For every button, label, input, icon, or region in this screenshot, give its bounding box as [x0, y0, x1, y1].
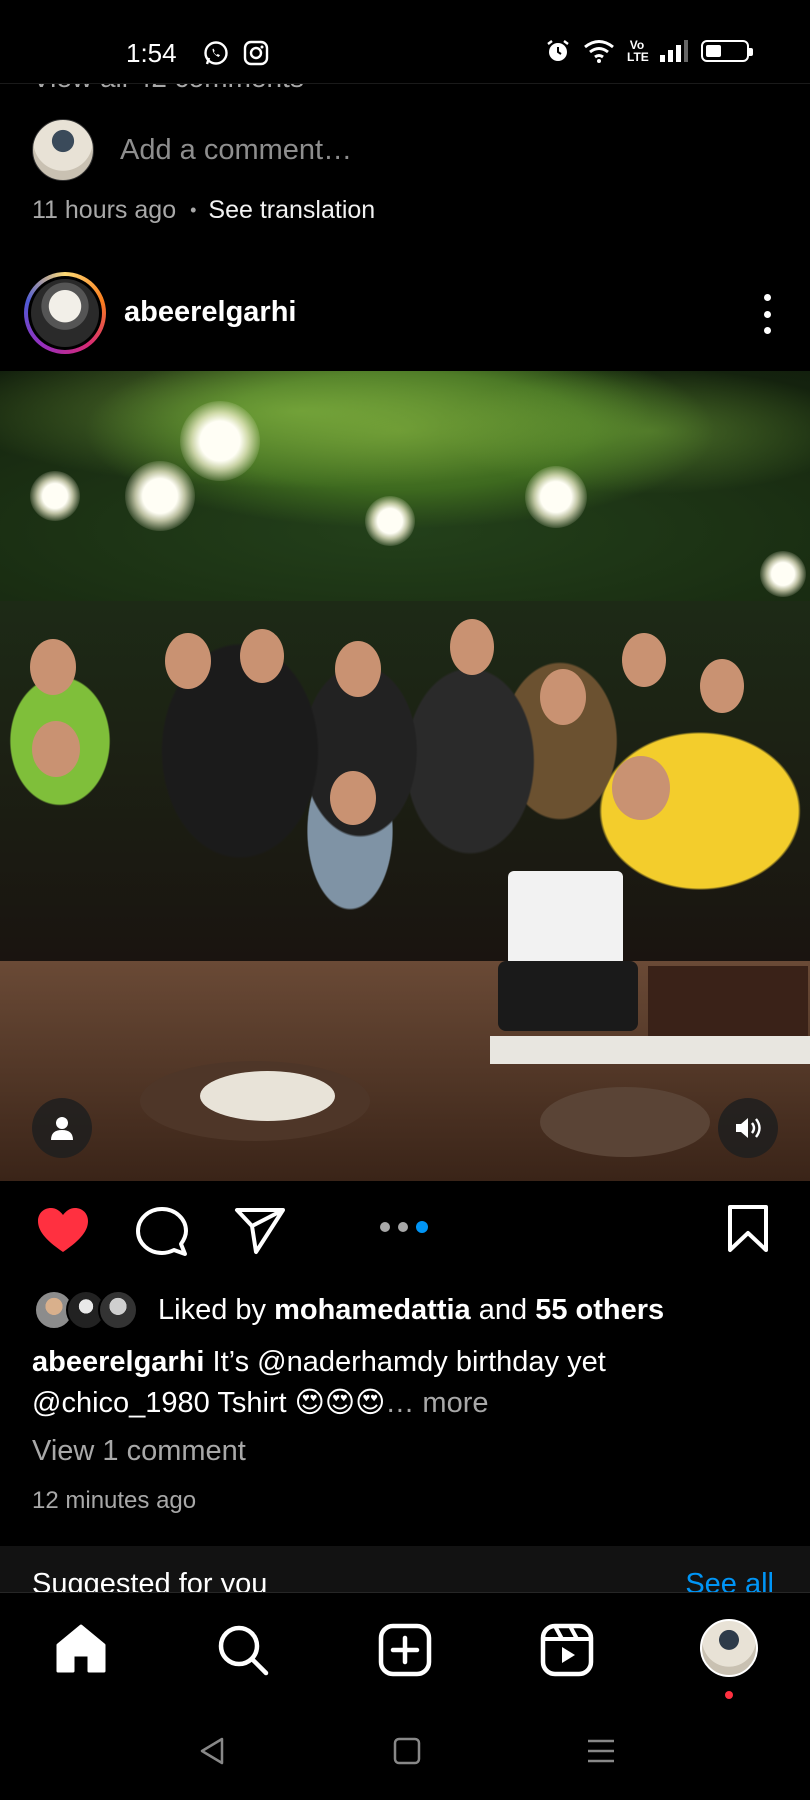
- carousel-dot: [398, 1222, 408, 1232]
- light-bulb: [365, 496, 415, 546]
- separator-dot: •: [190, 200, 197, 220]
- previous-post-meta: 11 hours ago • See translation: [32, 196, 375, 225]
- status-bar: 1:54 Vo LTE: [0, 0, 810, 84]
- system-status-icons: Vo LTE: [545, 38, 753, 64]
- cake-box: [648, 966, 808, 1046]
- light-bulb: [760, 551, 806, 597]
- view-comments-link[interactable]: View 1 comment: [32, 1435, 246, 1468]
- home-button-icon[interactable]: [392, 1736, 422, 1766]
- volume-icon: [736, 1118, 761, 1138]
- post-header: abeerelgarhi: [0, 270, 810, 356]
- suggested-title: Suggested for you: [32, 1568, 268, 1592]
- home-icon[interactable]: [54, 1623, 108, 1675]
- battery-level: [706, 45, 721, 57]
- save-bookmark-icon[interactable]: [726, 1204, 770, 1254]
- liker-username[interactable]: mohamedattia: [274, 1294, 471, 1326]
- person-icon: [51, 1117, 73, 1140]
- light-bulb: [125, 461, 195, 531]
- battery-icon: [701, 40, 753, 62]
- likes-others-link[interactable]: 55 others: [535, 1294, 664, 1326]
- carousel-dot: [416, 1221, 428, 1233]
- notification-dot: [725, 1691, 733, 1699]
- post-time: 12 minutes ago: [32, 1487, 197, 1514]
- signal-icon: [660, 40, 688, 62]
- alarm-icon: [547, 40, 569, 61]
- post-author-avatar[interactable]: [24, 272, 106, 354]
- suggested-header: Suggested for you See all: [0, 1546, 810, 1592]
- see-translation-link[interactable]: See translation: [208, 196, 375, 225]
- birthday-cake: [498, 871, 638, 1041]
- volte-icon: Vo LTE: [627, 38, 649, 64]
- caption-more-link[interactable]: … more: [385, 1387, 488, 1419]
- post-media[interactable]: [0, 371, 810, 1181]
- post-caption: abeerelgarhi It’s @naderhamdy birthday y…: [32, 1342, 772, 1424]
- comment-icon[interactable]: [136, 1206, 188, 1258]
- add-comment-input[interactable]: Add a comment…: [120, 134, 352, 167]
- whatsapp-icon: [204, 41, 228, 65]
- liker-avatars: [34, 1290, 144, 1330]
- more-options-icon[interactable]: [762, 294, 772, 334]
- carousel-dot: [380, 1222, 390, 1232]
- reels-icon[interactable]: [540, 1623, 594, 1677]
- like-heart-icon[interactable]: [36, 1206, 90, 1256]
- post-actions: [0, 1200, 810, 1260]
- notification-icons: [203, 40, 269, 66]
- likes-text: Liked by mohamedattia and 55 others: [158, 1293, 665, 1326]
- bottom-nav: [0, 1592, 810, 1702]
- light-bulb: [525, 466, 587, 528]
- light-bulb: [180, 401, 260, 481]
- back-icon[interactable]: [198, 1736, 226, 1766]
- share-icon[interactable]: [234, 1206, 286, 1256]
- add-comment-row[interactable]: Add a comment…: [32, 119, 352, 181]
- post-author-username[interactable]: abeerelgarhi: [124, 296, 296, 329]
- status-time: 1:54: [126, 38, 177, 68]
- previous-post-time: 11 hours ago: [32, 196, 177, 224]
- recents-icon[interactable]: [586, 1736, 616, 1766]
- wifi-icon: [584, 40, 614, 63]
- light-bulb: [30, 471, 80, 521]
- likes-summary[interactable]: Liked by mohamedattia and 55 others: [34, 1288, 664, 1332]
- sound-toggle-button[interactable]: [718, 1098, 778, 1158]
- search-icon[interactable]: [216, 1623, 270, 1677]
- liker-avatar: [98, 1290, 138, 1330]
- create-icon[interactable]: [378, 1623, 432, 1677]
- current-user-avatar: [32, 119, 94, 181]
- tagged-people-button[interactable]: [32, 1098, 92, 1158]
- carousel-indicator: [380, 1221, 428, 1233]
- see-all-link[interactable]: See all: [685, 1568, 774, 1592]
- system-navigation-bar: [0, 1702, 810, 1800]
- profile-tab[interactable]: [700, 1619, 758, 1699]
- profile-avatar[interactable]: [700, 1619, 758, 1677]
- caption-username[interactable]: abeerelgarhi: [32, 1346, 204, 1378]
- cake-board: [490, 1036, 810, 1064]
- media-people: [0, 601, 810, 961]
- instagram-icon: [243, 40, 269, 66]
